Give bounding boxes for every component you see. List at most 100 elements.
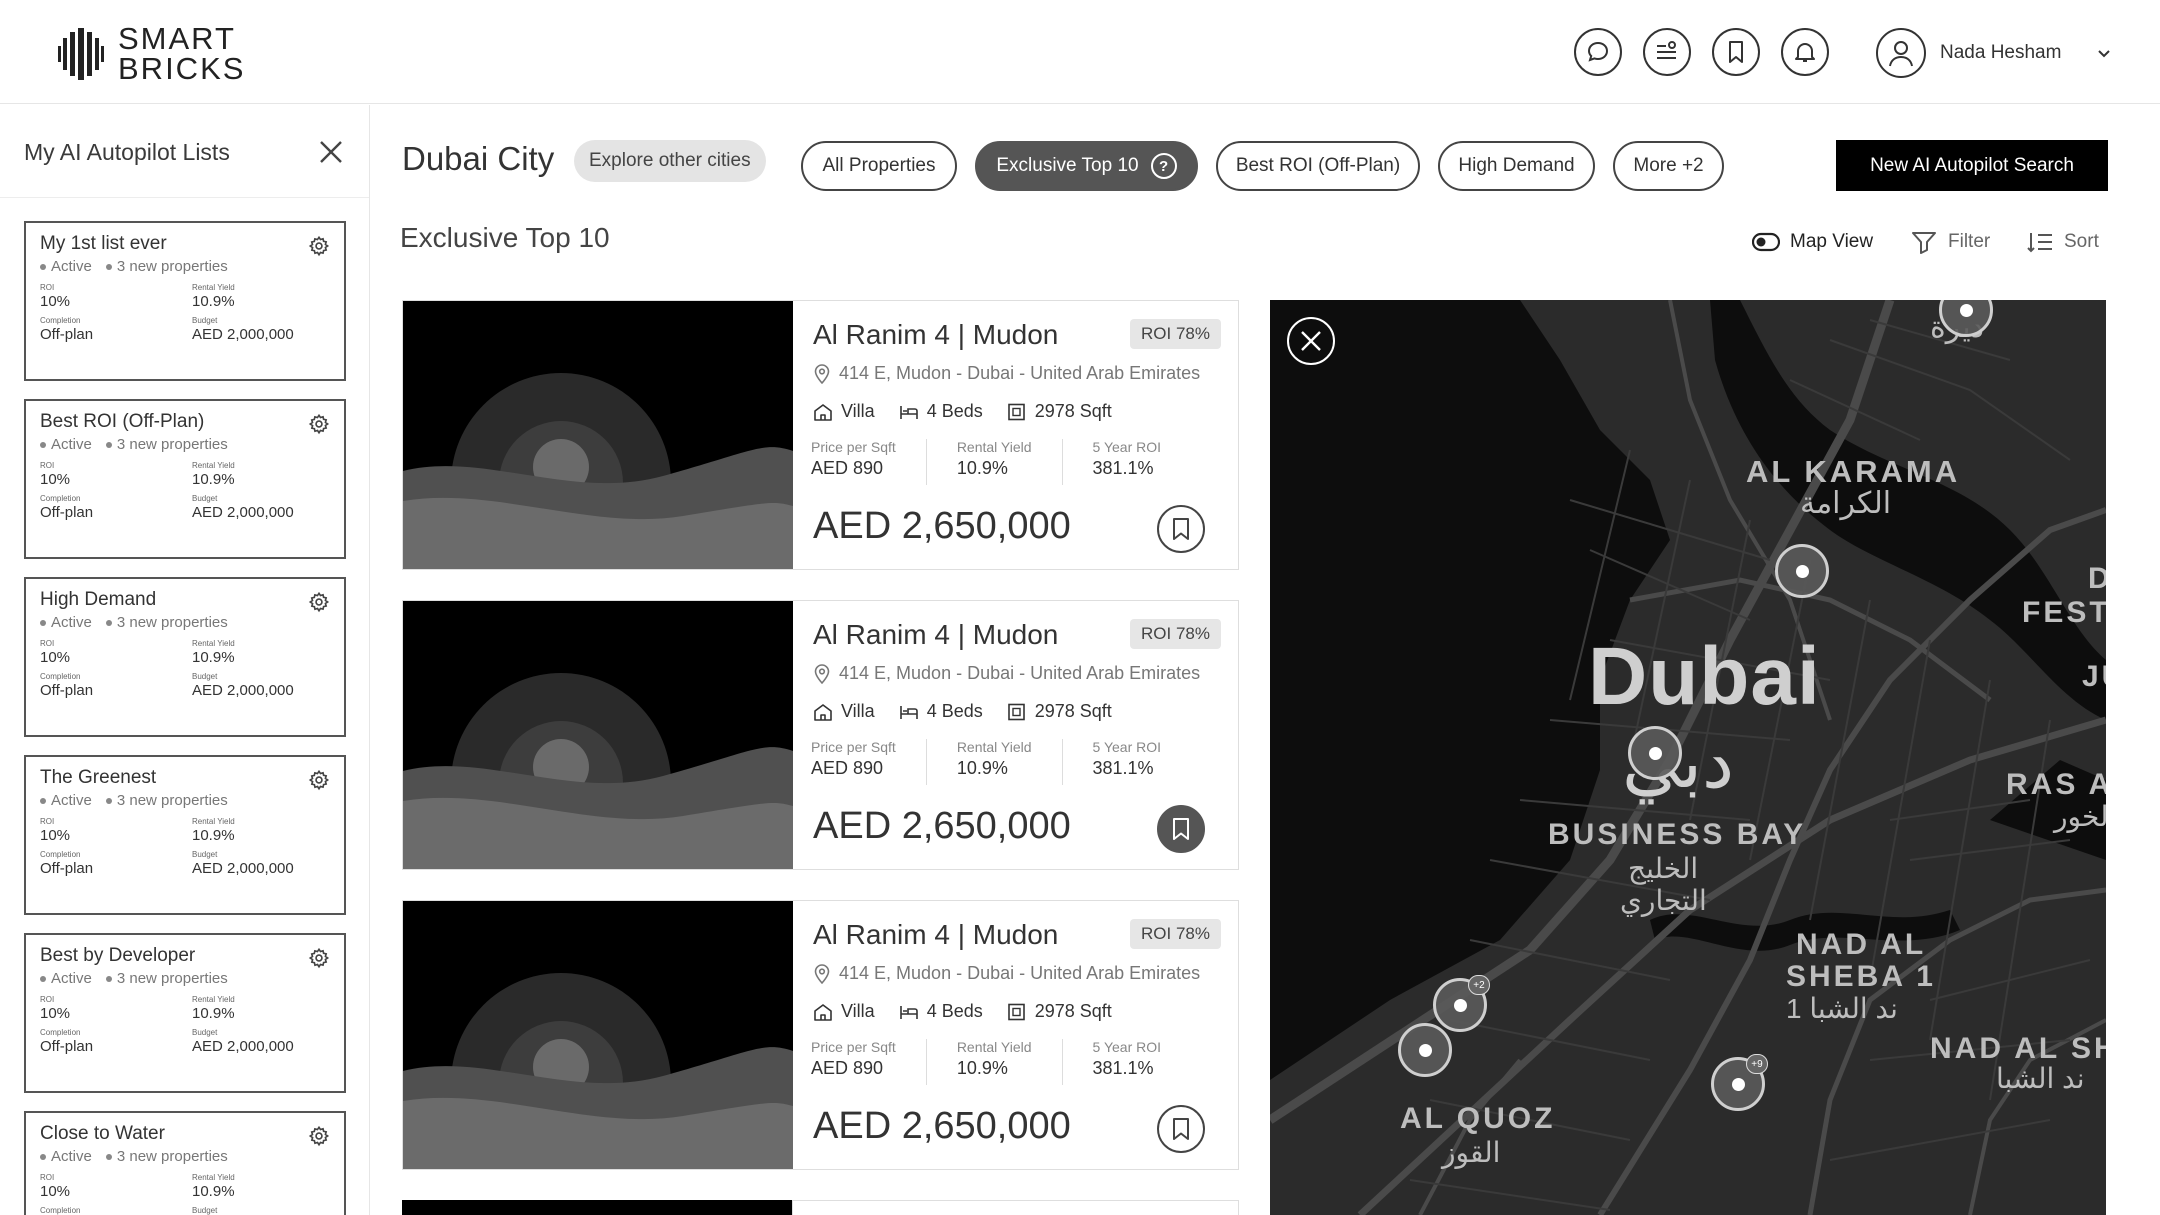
chip-high-demand[interactable]: High Demand	[1438, 141, 1595, 191]
property-card[interactable]: Al Ranim 4 | Mudon ROI 78% 414 E, Mudon …	[402, 900, 1239, 1170]
map-pin[interactable]	[1398, 1023, 1452, 1077]
gear-icon[interactable]	[308, 1125, 330, 1147]
map-panel[interactable]: ديرة AL KARAMA الكرامة Dubai دبي BUSINES…	[1270, 300, 2106, 1215]
bookmark-icon	[1729, 41, 1743, 63]
area-icon	[1007, 1003, 1025, 1020]
filter-button[interactable]: Filter	[1910, 230, 1990, 254]
close-icon	[1301, 331, 1321, 351]
gear-icon[interactable]	[308, 769, 330, 791]
map-label-nad-sheba-2: SHEBA 1	[1786, 960, 1936, 993]
map-pin-cluster[interactable]: +9	[1711, 1054, 1768, 1111]
close-icon[interactable]	[318, 139, 344, 165]
property-card[interactable]: Al Ranim 4 | Mudon ROI 78% 414 E, Mudon …	[402, 300, 1239, 570]
help-icon[interactable]: ?	[1150, 153, 1177, 179]
save-property-button[interactable]	[1157, 805, 1205, 853]
property-details: Al Ranim 4 | Mudon ROI 78% 414 E, Mudon …	[811, 601, 1221, 869]
location-pin-icon	[814, 663, 830, 684]
saved-button[interactable]	[1712, 28, 1760, 76]
user-menu[interactable]: Nada Hesham	[1876, 28, 2113, 78]
completion-label: Completion	[40, 1028, 81, 1037]
area-text: 2978 Sqft	[1034, 401, 1112, 421]
sidebar-title: My AI Autopilot Lists	[24, 139, 230, 165]
map-view-toggle[interactable]: Map View	[1752, 230, 1873, 254]
property-title[interactable]: Al Ranim 4 | Mudon	[813, 619, 1058, 651]
completion-label: Completion	[40, 1206, 81, 1215]
map-label-ras: RAS A	[2006, 768, 2106, 801]
save-property-button[interactable]	[1157, 505, 1205, 553]
map-label-festival: FESTI	[2022, 596, 2106, 629]
budget-value: AED 2,000,000	[192, 860, 294, 877]
autopilot-list-card[interactable]: Best ROI (Off-Plan) Active 3 new propert…	[24, 399, 346, 559]
new-autopilot-search-button[interactable]: New AI Autopilot Search	[1836, 140, 2108, 191]
list-metrics: ROI10% Rental Yield10.9% CompletionOff-p…	[40, 1173, 330, 1215]
property-features: Villa 4 Beds 2978 Sqft	[813, 1001, 1112, 1022]
property-image-placeholder[interactable]	[403, 301, 793, 569]
house-icon	[814, 1003, 832, 1021]
property-title[interactable]: Al Ranim 4 | Mudon	[813, 319, 1058, 351]
price-per-sqft-stat: Price per Sqft AED 890	[811, 1039, 927, 1085]
chip-best-roi[interactable]: Best ROI (Off-Plan)	[1216, 141, 1420, 191]
autopilot-list-card[interactable]: My 1st list ever Active 3 new properties…	[24, 221, 346, 381]
property-image-placeholder[interactable]	[403, 601, 793, 869]
map-pin-cluster[interactable]: +2	[1433, 975, 1490, 1032]
chat-button[interactable]	[1574, 28, 1622, 76]
rental-yield-label: Rental Yield	[192, 639, 235, 648]
filter-icon	[1912, 232, 1936, 254]
chip-exclusive-top-10[interactable]: Exclusive Top 10 ?	[975, 141, 1198, 191]
next-card-peek	[792, 1200, 1239, 1215]
list-search-icon	[1657, 41, 1676, 59]
save-property-button[interactable]	[1157, 1105, 1205, 1153]
map-pin[interactable]	[1628, 726, 1682, 780]
close-map-button[interactable]	[1287, 317, 1335, 365]
property-image-placeholder[interactable]	[403, 901, 793, 1169]
section-title: Exclusive Top 10	[400, 222, 610, 253]
address-text: 414 E, Mudon - Dubai - United Arab Emira…	[839, 363, 1201, 383]
map-label-nad-al-sh: NAD AL SH	[1930, 1032, 2106, 1065]
map-label-karama-ar: الكرامة	[1800, 487, 1892, 520]
new-properties-count: 3 new properties	[106, 258, 228, 275]
area-text: 2978 Sqft	[1034, 1001, 1112, 1021]
sort-button[interactable]: Sort	[2026, 230, 2099, 254]
location-pin-icon	[814, 363, 830, 384]
autopilot-list-card[interactable]: Close to Water Active 3 new properties R…	[24, 1111, 346, 1215]
gear-icon[interactable]	[308, 413, 330, 435]
map-label-al-quoz: AL QUOZ	[1400, 1102, 1556, 1135]
property-title[interactable]: Al Ranim 4 | Mudon	[813, 919, 1058, 951]
beds-feature: 4 Beds	[899, 401, 983, 422]
explore-cities-button[interactable]: Explore other cities	[574, 140, 766, 182]
ai-list-button[interactable]	[1643, 28, 1691, 76]
smart-bricks-logo[interactable]: SMART BRICKS	[58, 23, 245, 84]
budget-label: Budget	[192, 672, 218, 681]
list-metrics: ROI10% Rental Yield10.9% CompletionOff-p…	[40, 995, 330, 1055]
bookmark-icon	[1173, 518, 1189, 540]
roi-label: ROI	[40, 283, 55, 292]
bookmark-icon	[1173, 1118, 1189, 1140]
autopilot-list-card[interactable]: The Greenest Active 3 new properties ROI…	[24, 755, 346, 915]
budget-value: AED 2,000,000	[192, 326, 294, 343]
gear-icon[interactable]	[308, 235, 330, 257]
completion-value: Off-plan	[40, 326, 94, 343]
new-properties-count: 3 new properties	[106, 970, 228, 987]
roi-label: ROI	[40, 639, 55, 648]
logo-text: SMART BRICKS	[118, 23, 245, 84]
autopilot-list-card[interactable]: High Demand Active 3 new properties ROI 1…	[24, 577, 346, 737]
stat-label: 5 Year ROI	[1092, 439, 1162, 455]
property-card[interactable]: Al Ranim 4 | Mudon ROI 78% 414 E, Mudon …	[402, 600, 1239, 870]
chip-all-properties[interactable]: All Properties	[801, 141, 957, 191]
stat-value: 381.1%	[1092, 1058, 1154, 1078]
bell-icon	[1795, 43, 1815, 62]
map-pin[interactable]	[1775, 544, 1829, 598]
property-address: 414 E, Mudon - Dubai - United Arab Emira…	[813, 663, 1200, 684]
roi-label: ROI	[40, 1173, 55, 1182]
budget-value: AED 2,000,000	[192, 1038, 294, 1055]
chevron-down-icon[interactable]	[2095, 44, 2113, 62]
gear-icon[interactable]	[308, 591, 330, 613]
autopilot-list-card[interactable]: Best by Developer Active 3 new propertie…	[24, 933, 346, 1093]
chip-more[interactable]: More +2	[1613, 141, 1724, 191]
gear-icon[interactable]	[308, 947, 330, 969]
map-label-karama: AL KARAMA	[1746, 454, 1961, 489]
notifications-button[interactable]	[1781, 28, 1829, 76]
status-active: Active	[40, 258, 92, 275]
autopilot-sidebar: My AI Autopilot Lists My 1st list ever A…	[0, 105, 370, 1215]
status-active: Active	[40, 970, 92, 987]
